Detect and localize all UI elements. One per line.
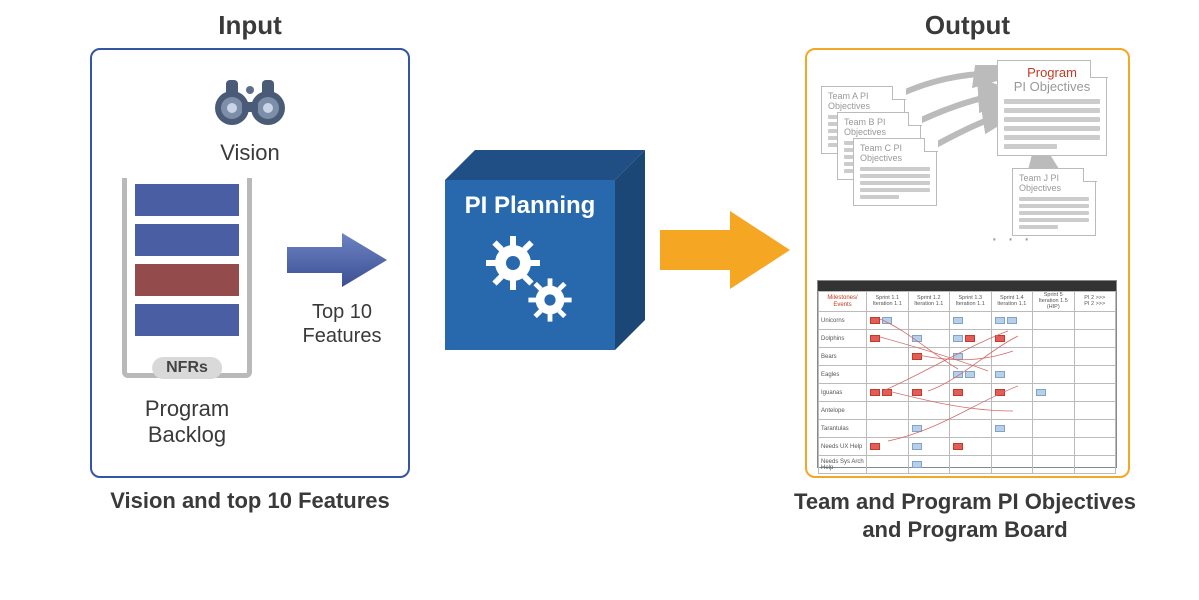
board-row-label: Needs UX Help — [819, 438, 867, 456]
backlog-container: NFRs — [122, 178, 252, 378]
input-heading: Input — [90, 10, 410, 41]
nfrs-badge: NFRs — [152, 357, 222, 379]
board-row-label: Antelope — [819, 402, 867, 420]
doc-subtitle: PI Objectives — [1004, 80, 1100, 94]
doc-title: Team C PI — [860, 143, 902, 153]
arrow-right-orange-icon — [660, 205, 795, 295]
board-row-label: Iguanas — [819, 384, 867, 402]
pi-planning-title: PI Planning — [465, 192, 596, 220]
box-front-face: PI Planning — [445, 180, 615, 350]
box-side-face — [615, 150, 645, 350]
program-backlog: NFRs Program Backlog — [122, 178, 252, 449]
board-row-label: Needs Sys Arch Help — [819, 456, 867, 474]
arrow-right-icon — [287, 225, 392, 295]
board-corner-label: Milestones/ Events — [827, 295, 857, 308]
binoculars-icon — [210, 68, 290, 128]
board-row-label: Bears — [819, 348, 867, 366]
doc-subtitle: Objectives — [860, 153, 902, 163]
doc-subtitle: Objectives — [828, 101, 870, 111]
input-panel: Vision NFRs Program Backlog Top 10 Featu… — [90, 48, 410, 478]
board-row-label: Tarantulas — [819, 420, 867, 438]
doc-subtitle: Objectives — [1019, 183, 1061, 193]
program-board: Milestones/ Events Sprint 1.1Iteration 1… — [817, 280, 1117, 468]
board-row-label: Unicorns — [819, 312, 867, 330]
output-panel: Team A PI Objectives Team B PI Objective… — [805, 48, 1130, 478]
backlog-label: Program Backlog — [122, 396, 252, 449]
input-caption: Vision and top 10 Features — [90, 488, 410, 514]
team-pi-objectives-doc: Team C PI Objectives — [853, 138, 937, 206]
board-row-label: Eagles — [819, 366, 867, 384]
backlog-item — [135, 304, 239, 336]
team-pi-objectives-doc: Team J PI Objectives — [1012, 168, 1096, 236]
output-heading: Output — [805, 10, 1130, 41]
doc-title: Team J PI — [1019, 173, 1059, 183]
output-caption: Team and Program PI Objectives and Progr… — [755, 488, 1175, 543]
doc-title: Team B PI — [844, 117, 886, 127]
top10-label: Top 10 Features — [287, 300, 397, 348]
board-row-label: Dolphins — [819, 330, 867, 348]
program-pi-objectives-doc: Program PI Objectives — [997, 60, 1107, 156]
gears-icon — [475, 228, 585, 338]
backlog-item-highlight — [135, 264, 239, 296]
backlog-item — [135, 184, 239, 216]
doc-title: Team A PI — [828, 91, 869, 101]
program-board-table: Milestones/ Events Sprint 1.1Iteration 1… — [818, 291, 1116, 474]
diagram-stage: Input Output Vision NFRs Program Ba — [10, 10, 1189, 590]
pi-planning-box: PI Planning — [445, 150, 645, 350]
doc-subtitle: Objectives — [844, 127, 886, 137]
backlog-item — [135, 224, 239, 256]
vision-label: Vision — [92, 140, 408, 166]
ellipsis: · · · — [991, 228, 1032, 251]
doc-title-red: Program — [1004, 66, 1100, 80]
board-header-bar — [818, 281, 1116, 291]
